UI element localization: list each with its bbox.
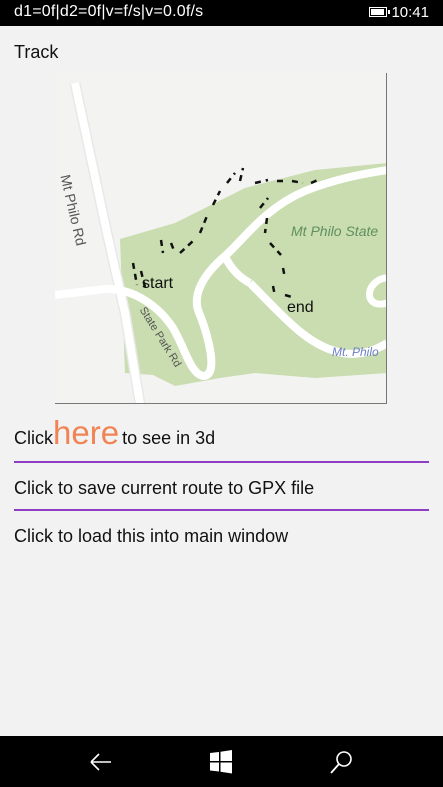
divider: [14, 461, 429, 463]
view-3d-suffix: to see in 3d: [122, 428, 216, 448]
page-title: Track: [14, 42, 59, 62]
divider: [14, 509, 429, 511]
battery-icon: [369, 7, 390, 17]
back-arrow-icon[interactable]: [87, 748, 115, 776]
search-icon[interactable]: [327, 748, 355, 776]
view-3d-row: Clickhere to see in 3d: [14, 414, 215, 454]
status-bar: d1=0f|d2=0f|v=f/s|v=0.0f/s 10:41: [0, 0, 443, 26]
start-marker-label: start: [142, 275, 174, 292]
view-3d-prefix: Click: [14, 428, 53, 448]
windows-logo-icon[interactable]: [207, 748, 235, 776]
park-label-2: Mt. Philo: [332, 345, 379, 359]
view-3d-link[interactable]: here: [53, 414, 119, 451]
save-gpx-button[interactable]: Click to save current route to GPX file: [14, 478, 314, 499]
clock: 10:41: [391, 4, 429, 21]
track-map[interactable]: Mt Philo Rd State Park Rd Mt Philo State…: [55, 73, 387, 404]
park-label-1: Mt Philo State: [291, 223, 379, 239]
load-main-window-button[interactable]: Click to load this into main window: [14, 526, 288, 547]
end-marker-label: end: [287, 299, 314, 316]
navigation-bar: [0, 736, 443, 787]
debug-readout: d1=0f|d2=0f|v=f/s|v=0.0f/s: [14, 3, 204, 20]
